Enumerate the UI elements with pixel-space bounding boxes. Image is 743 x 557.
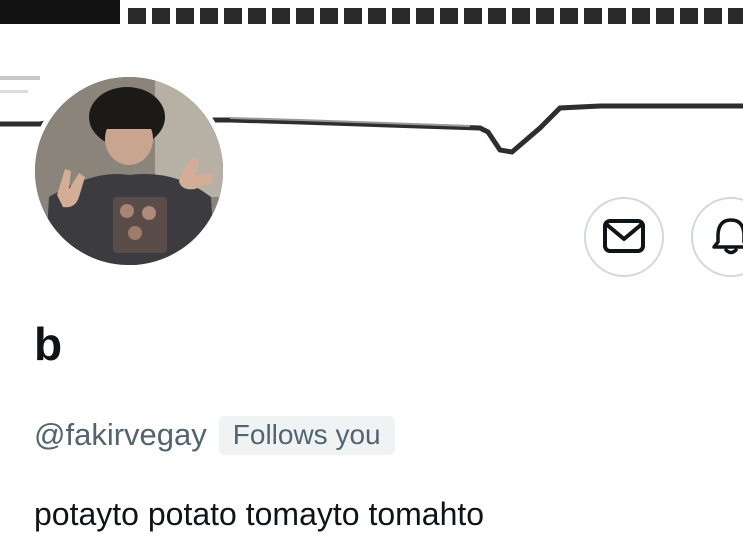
notifications-button[interactable] [691, 197, 743, 277]
avatar-photo [35, 77, 223, 265]
mail-icon [602, 218, 646, 257]
avatar[interactable] [30, 72, 228, 270]
handle-row: @fakirvegay Follows you [34, 414, 395, 456]
message-button[interactable] [584, 197, 664, 277]
follows-you-badge: Follows you [218, 415, 395, 455]
user-handle: @fakirvegay [34, 417, 207, 452]
profile-bio: potayto potato tomayto tomahto [34, 496, 485, 532]
bell-icon [711, 216, 743, 259]
display-name: b [34, 318, 63, 370]
